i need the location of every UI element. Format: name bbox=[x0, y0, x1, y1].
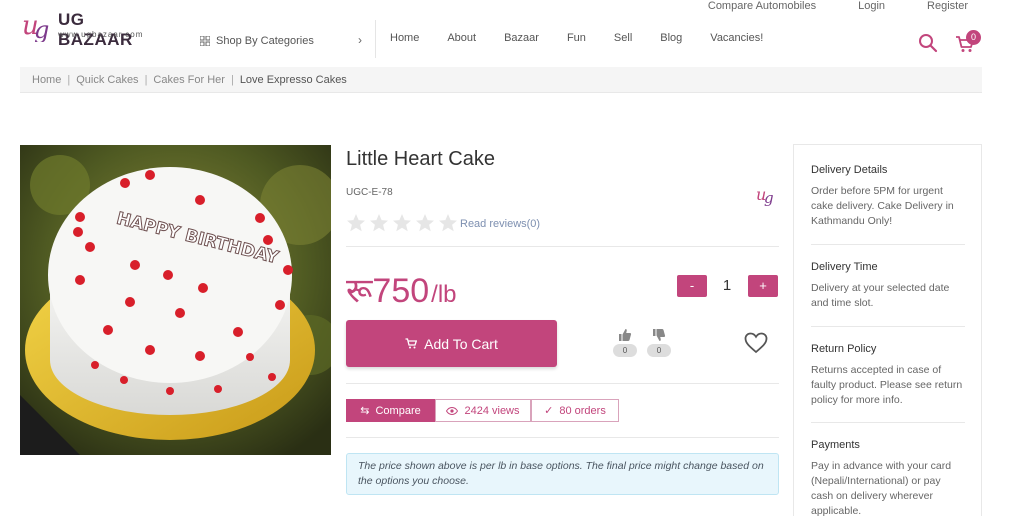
breadcrumb-separator: | bbox=[230, 73, 234, 86]
divider bbox=[811, 326, 965, 327]
compare-label: Compare bbox=[375, 404, 421, 417]
shop-by-categories-label: Shop By Categories bbox=[216, 35, 314, 47]
dislike-count: 0 bbox=[647, 344, 671, 357]
star-icon[interactable] bbox=[392, 213, 412, 233]
nav-about[interactable]: About bbox=[447, 32, 476, 44]
quantity-increase-button[interactable]: + bbox=[748, 275, 778, 297]
svg-text:g: g bbox=[764, 189, 774, 207]
price-unit: /lb bbox=[431, 281, 457, 308]
rating-stars bbox=[346, 213, 458, 233]
wishlist-heart-icon[interactable] bbox=[744, 332, 768, 354]
grid-icon bbox=[200, 36, 210, 46]
nav-blog[interactable]: Blog bbox=[660, 32, 682, 44]
delivery-details-section: Delivery Details Order before 5PM for ur… bbox=[811, 164, 965, 229]
views-label: 2424 views bbox=[464, 404, 520, 417]
breadcrumb-quick-cakes[interactable]: Quick Cakes bbox=[76, 74, 138, 86]
ug-brand-icon: u g bbox=[756, 185, 774, 207]
nav-fun[interactable]: Fun bbox=[567, 32, 586, 44]
brand-url: www.ugbazaar.com bbox=[58, 30, 144, 39]
nav-home[interactable]: Home bbox=[390, 32, 419, 44]
nav-sell[interactable]: Sell bbox=[614, 32, 632, 44]
delivery-info-panel: Delivery Details Order before 5PM for ur… bbox=[793, 144, 982, 516]
payments-section: Payments Pay in advance with your card (… bbox=[811, 439, 965, 516]
login-link[interactable]: Login bbox=[858, 0, 885, 12]
chevron-right-icon: › bbox=[358, 33, 362, 47]
divider bbox=[346, 246, 779, 247]
section-heading: Payments bbox=[811, 439, 860, 451]
check-icon: ✓ bbox=[544, 405, 554, 417]
nav-bazaar[interactable]: Bazaar bbox=[504, 32, 539, 44]
breadcrumb-separator: | bbox=[144, 73, 148, 86]
svg-text:g: g bbox=[34, 16, 49, 42]
read-reviews-link[interactable]: Read reviews(0) bbox=[460, 218, 540, 230]
section-heading: Delivery Time bbox=[811, 261, 878, 273]
product-title: Little Heart Cake bbox=[346, 148, 495, 170]
section-heading: Delivery Details bbox=[811, 164, 888, 176]
thumbs-down-icon bbox=[653, 329, 666, 341]
shop-by-categories[interactable]: Shop By Categories › bbox=[200, 33, 370, 49]
orders-label: 80 orders bbox=[559, 404, 606, 417]
thumbs-up-icon bbox=[619, 329, 632, 341]
add-to-cart-button[interactable]: Add To Cart bbox=[346, 320, 557, 367]
section-text: Order before 5PM for urgent cake deliver… bbox=[811, 185, 954, 227]
cart-count-badge: 0 bbox=[966, 30, 981, 45]
breadcrumb-current: Love Expresso Cakes bbox=[239, 73, 347, 86]
compare-automobiles-link[interactable]: Compare Automobiles bbox=[708, 0, 816, 12]
star-icon[interactable] bbox=[369, 213, 389, 233]
views-count: 2424 views bbox=[435, 399, 531, 422]
star-icon[interactable] bbox=[415, 213, 435, 233]
dislike-button[interactable]: 0 bbox=[646, 328, 672, 357]
section-text: Returns accepted in case of faulty produ… bbox=[811, 364, 963, 406]
breadcrumb-home[interactable]: Home bbox=[32, 74, 61, 86]
product-sku: UGC-E-78 bbox=[346, 187, 393, 198]
compare-button[interactable]: ⇆ Compare bbox=[346, 399, 435, 422]
product-image[interactable]: HAPPY BIRTHDAY bbox=[20, 145, 331, 455]
divider bbox=[346, 383, 779, 384]
section-text: Delivery at your selected date and time … bbox=[811, 282, 950, 309]
section-text: Pay in advance with your card (Nepali/In… bbox=[811, 460, 952, 516]
eye-icon bbox=[446, 406, 459, 415]
star-icon[interactable] bbox=[346, 213, 366, 233]
register-link[interactable]: Register bbox=[927, 0, 968, 12]
price-notice: The price shown above is per lb in base … bbox=[346, 453, 779, 495]
breadcrumb: Home | Quick Cakes | Cakes For Her | Lov… bbox=[20, 67, 982, 93]
quantity-decrease-button[interactable]: - bbox=[677, 275, 707, 297]
like-count: 0 bbox=[613, 344, 637, 357]
section-heading: Return Policy bbox=[811, 343, 877, 355]
main-nav: Home About Bazaar Fun Sell Blog Vacancie… bbox=[390, 32, 791, 44]
star-icon[interactable] bbox=[438, 213, 458, 233]
search-icon[interactable] bbox=[918, 33, 938, 53]
ug-logo-icon: u g bbox=[22, 11, 49, 42]
quantity-value[interactable]: 1 bbox=[712, 277, 742, 294]
price-value: 750 bbox=[372, 272, 430, 310]
add-to-cart-label: Add To Cart bbox=[424, 335, 498, 352]
cart-icon bbox=[405, 338, 418, 349]
like-button[interactable]: 0 bbox=[612, 328, 638, 357]
breadcrumb-cakes-for-her[interactable]: Cakes For Her bbox=[153, 74, 225, 86]
divider bbox=[346, 437, 779, 438]
compare-arrows-icon: ⇆ bbox=[360, 405, 370, 417]
orders-count: ✓ 80 orders bbox=[531, 399, 619, 422]
product-price: रू 750 /lb bbox=[346, 266, 457, 312]
breadcrumb-separator: | bbox=[67, 73, 71, 86]
divider bbox=[811, 244, 965, 245]
nav-divider bbox=[375, 20, 376, 58]
nav-vacancies[interactable]: Vacancies! bbox=[710, 32, 763, 44]
currency-symbol: रू bbox=[346, 272, 373, 310]
delivery-time-section: Delivery Time Delivery at your selected … bbox=[811, 261, 965, 311]
site-logo[interactable]: u g UG BAZAAR www.ugbazaar.com bbox=[20, 8, 160, 49]
return-policy-section: Return Policy Returns accepted in case o… bbox=[811, 343, 965, 408]
top-links: Compare Automobiles Login Register bbox=[708, 0, 968, 12]
divider bbox=[811, 422, 965, 423]
